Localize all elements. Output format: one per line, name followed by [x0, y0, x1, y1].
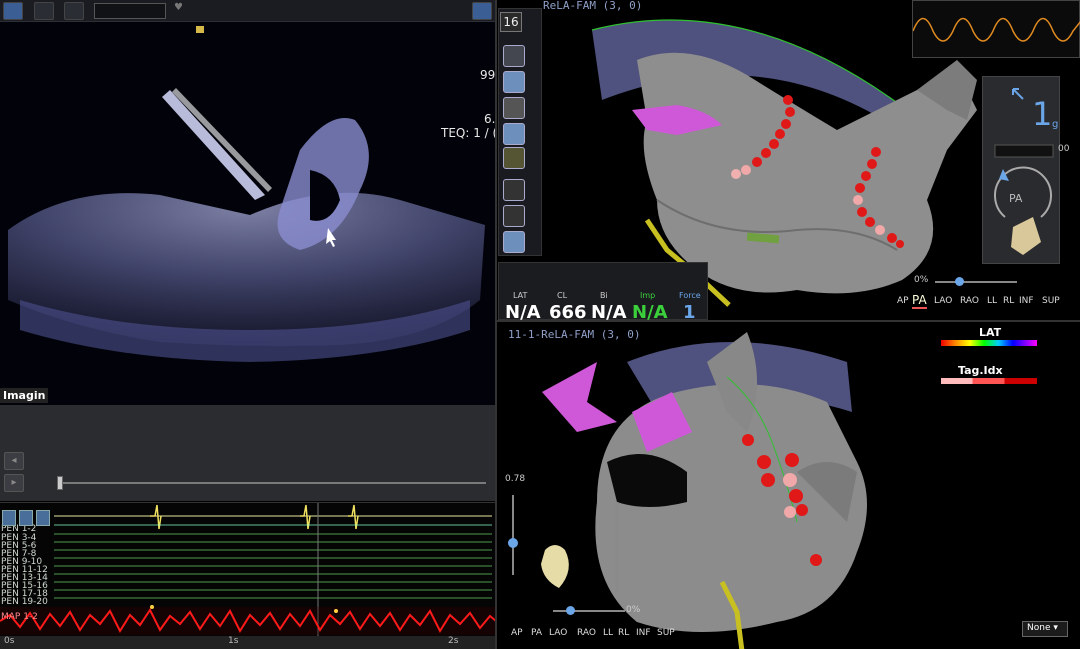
- tag-index-label: Tag.Idx: [958, 364, 1003, 377]
- grid-icon[interactable]: [503, 45, 525, 67]
- ultrasound-viewport[interactable]: [0, 0, 496, 405]
- ablation-tags-top: [731, 95, 904, 248]
- ablation-tags-bottom: [742, 434, 822, 566]
- readout-label: CL: [557, 291, 568, 300]
- lat-legend-label: LAT: [979, 326, 1002, 339]
- view-ll[interactable]: LL: [987, 296, 997, 306]
- ecg-time-axis: 0s 1s 2s: [0, 636, 496, 649]
- respiration-trace: [912, 17, 1080, 42]
- zoom-thumb-bottom[interactable]: [566, 606, 575, 615]
- map-channel-label: MAP 1-2: [1, 612, 38, 622]
- heart-orientation-icon: [541, 545, 569, 588]
- view-pa[interactable]: PA: [912, 293, 927, 309]
- view-ap[interactable]: AP: [897, 296, 909, 306]
- ecg-panel: PEN 1-2 PEN 3-4 PEN 5-6 PEN 7-8 PEN 9-10…: [0, 502, 496, 649]
- layout-icon[interactable]: [472, 2, 492, 20]
- heart-map-icon[interactable]: [503, 123, 525, 145]
- readout-label: Bi: [600, 291, 608, 300]
- vertical-slider-thumb[interactable]: [508, 538, 518, 548]
- imaging-label: Imagin: [0, 388, 49, 403]
- view-ll[interactable]: LL: [603, 628, 613, 638]
- zoom-label-top: 0%: [914, 275, 929, 285]
- camera-icon[interactable]: [3, 2, 23, 20]
- view-lao[interactable]: LAO: [549, 628, 567, 638]
- prev-frame-button[interactable]: ◂: [4, 452, 24, 470]
- zoom-label-bottom: 0%: [626, 605, 641, 615]
- view-inf[interactable]: INF: [1019, 296, 1034, 306]
- heart-icon[interactable]: [503, 147, 525, 169]
- ecg-tool-icon[interactable]: [2, 510, 16, 526]
- time-tick: 1s: [228, 636, 239, 646]
- view-rao[interactable]: RAO: [577, 628, 596, 638]
- playback-slider-thumb[interactable]: [57, 476, 63, 490]
- view-sup[interactable]: SUP: [1042, 296, 1060, 306]
- ecg-tool-icon[interactable]: [19, 510, 33, 526]
- ecg-toolbar: [0, 506, 52, 530]
- side-number: 00: [1058, 144, 1070, 154]
- catheter-icon[interactable]: [503, 71, 525, 93]
- view-rl[interactable]: RL: [1003, 296, 1014, 306]
- ultrasound-image: [8, 26, 485, 362]
- map-title-bottom: 11-1-ReLA-FAM (3, 0): [508, 328, 641, 341]
- teq-label: TEQ: 1 / (: [441, 126, 498, 140]
- readout-label: Force: [679, 291, 701, 300]
- heart-icon[interactable]: ♥: [174, 2, 194, 20]
- view-ap[interactable]: AP: [511, 628, 523, 638]
- point-count: 16: [500, 12, 522, 32]
- ultrasound-readout-99: 99: [480, 68, 496, 82]
- zoom-slider-bottom[interactable]: [553, 610, 625, 612]
- playback-slider[interactable]: [60, 482, 486, 484]
- lat-color-scale: [941, 340, 1037, 346]
- scale-value: 0.78: [505, 474, 526, 484]
- tag-icon[interactable]: [503, 231, 525, 253]
- catheter-readout: LAT CL Bi Imp Force N/A 666 N/A N/A 1: [498, 262, 708, 323]
- pen-icon[interactable]: [34, 2, 54, 20]
- ecg-traces: [0, 503, 496, 637]
- view-rao[interactable]: RAO: [960, 296, 979, 306]
- view-rl[interactable]: RL: [618, 628, 629, 638]
- circle-icon[interactable]: [503, 205, 525, 227]
- respiration-wave: [912, 0, 1080, 58]
- layers-icon[interactable]: [503, 97, 525, 119]
- orientation-label: PA: [1009, 192, 1023, 205]
- zoom-thumb-top[interactable]: [955, 277, 964, 286]
- ecg-channel-label: PEN 19-20: [1, 597, 48, 607]
- view-pa[interactable]: PA: [531, 628, 542, 638]
- view-sup[interactable]: SUP: [657, 628, 675, 638]
- vertical-slider[interactable]: [512, 495, 514, 575]
- gear-icon[interactable]: [503, 179, 525, 201]
- time-tick: 2s: [448, 636, 459, 646]
- preset-dropdown[interactable]: [94, 3, 166, 19]
- zoom-slider-top[interactable]: [935, 281, 1017, 283]
- play-button[interactable]: ▸: [4, 474, 24, 492]
- time-tick: 0s: [4, 636, 15, 646]
- view-lao[interactable]: LAO: [934, 296, 952, 306]
- readout-label: LAT: [513, 291, 528, 300]
- contact-force-unit: g: [1052, 119, 1059, 130]
- map-title-top: ReLA-FAM (3, 0): [543, 0, 643, 12]
- ultrasound-toolbar: ♥: [0, 0, 496, 22]
- ultrasound-readout-6: 6.: [484, 112, 496, 126]
- grid-icon[interactable]: [64, 2, 84, 20]
- tag-index-scale: [941, 378, 1037, 384]
- map-select-value: None: [1027, 623, 1051, 633]
- map-side-toolbar: [498, 8, 542, 256]
- map-select-dropdown[interactable]: None ▾: [1022, 621, 1068, 637]
- contact-force-value: 1: [1032, 95, 1053, 133]
- readout-label: Imp: [640, 291, 656, 300]
- view-inf[interactable]: INF: [636, 628, 651, 638]
- playback-panel: [0, 405, 496, 501]
- ecg-tool-icon[interactable]: [36, 510, 50, 526]
